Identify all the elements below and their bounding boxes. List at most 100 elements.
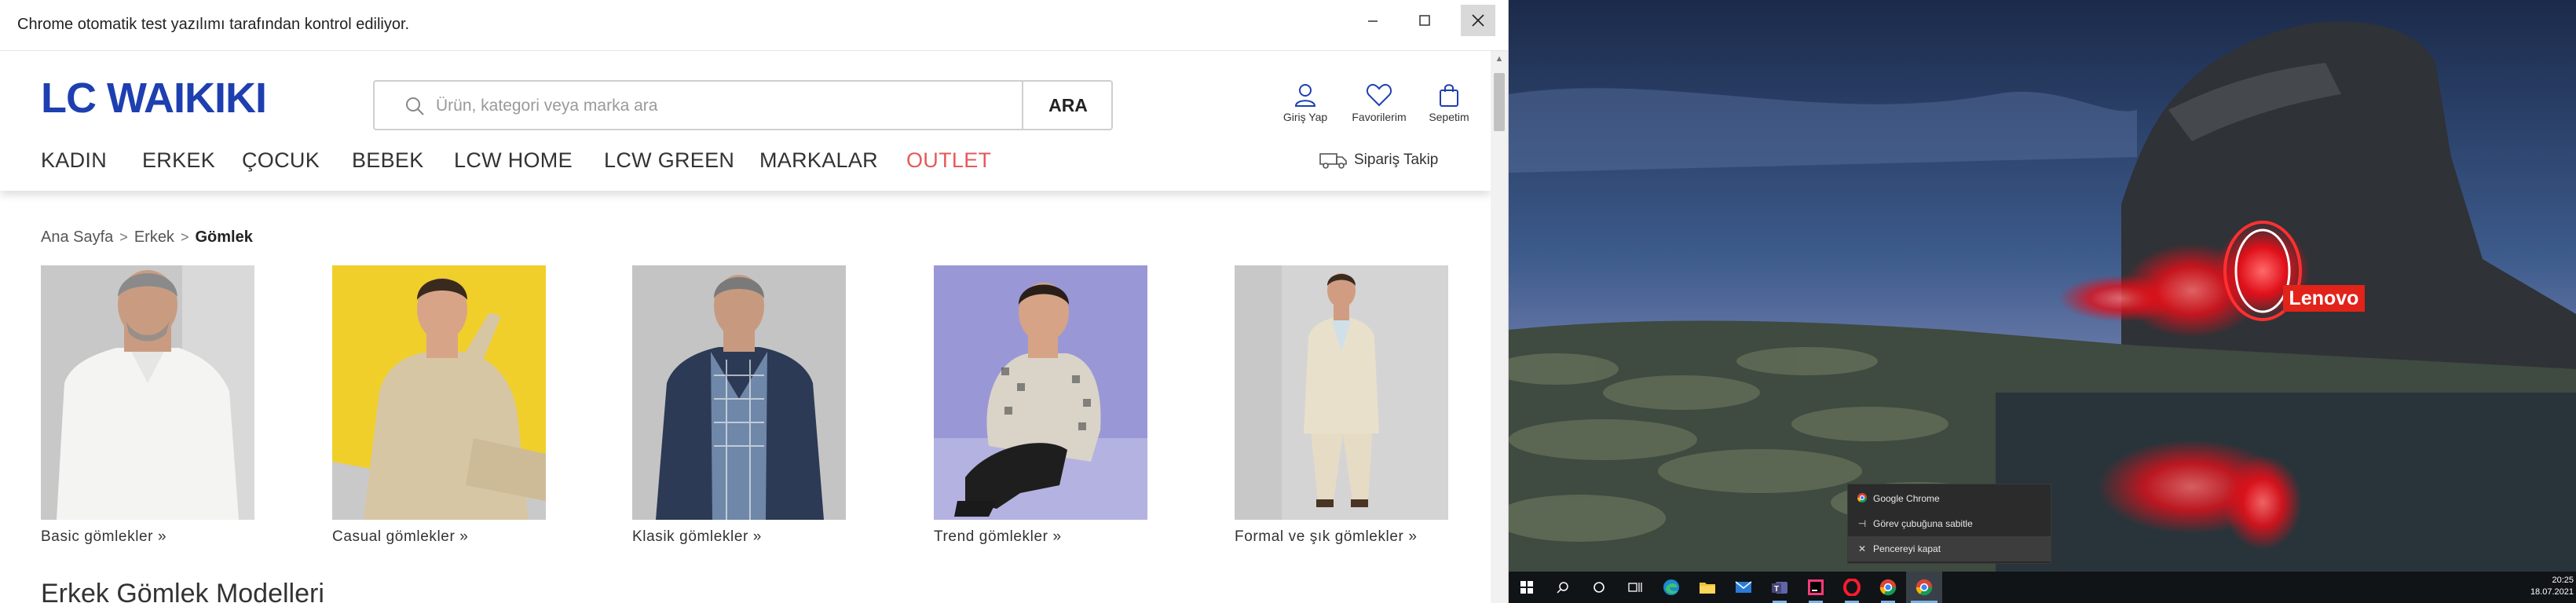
- logo-text: LC WAIKIKI: [41, 75, 266, 122]
- file-explorer-button[interactable]: [1689, 572, 1725, 603]
- teams-icon: T: [1772, 582, 1787, 594]
- jump-list-close-window[interactable]: ✕ Pencereyi kapat: [1848, 536, 2051, 561]
- chrome-icon: [1916, 579, 1933, 596]
- vertical-scrollbar[interactable]: ▲: [1491, 51, 1508, 603]
- category-card-casual[interactable]: Casual gömlekler »: [332, 265, 546, 546]
- task-view-icon: [1628, 583, 1642, 592]
- svg-text:T: T: [1774, 585, 1779, 594]
- scroll-up-icon[interactable]: ▲: [1491, 51, 1508, 67]
- site-header: LC WAIKIKI ARA Giriş Yap: [0, 51, 1491, 191]
- category-card-trend[interactable]: Trend gömlekler »: [934, 265, 1147, 546]
- start-button[interactable]: [1509, 572, 1545, 603]
- maximize-button[interactable]: [1407, 5, 1442, 36]
- nav-lcw-home[interactable]: LCW HOME: [454, 148, 573, 173]
- search-button[interactable]: ARA: [1022, 82, 1113, 129]
- jump-list-pin-taskbar[interactable]: ⊣ Görev çubuğuna sabitle: [1848, 511, 2051, 536]
- category-card-klasik[interactable]: Klasik gömlekler »: [632, 265, 846, 546]
- taskbar-search-button[interactable]: [1545, 572, 1581, 603]
- chrome-taskbar-button[interactable]: [1870, 572, 1906, 603]
- bag-icon: [1440, 84, 1458, 107]
- taskbar-jump-list: Google Chrome ⊣ Görev çubuğuna sabitle ✕…: [1847, 484, 2051, 564]
- favorites-label: Favorilerim: [1352, 111, 1407, 123]
- intellij-icon: [1808, 579, 1824, 595]
- jump-list-google-chrome[interactable]: Google Chrome: [1848, 486, 2051, 511]
- page-viewport: LC WAIKIKI ARA Giriş Yap: [0, 51, 1491, 603]
- category-caption[interactable]: Basic gömlekler »: [41, 528, 254, 546]
- truck-icon: [1319, 153, 1347, 169]
- opera-button[interactable]: [1834, 572, 1870, 603]
- category-caption[interactable]: Klasik gömlekler »: [632, 528, 846, 546]
- jump-list-label: Google Chrome: [1873, 493, 1940, 504]
- mail-button[interactable]: [1725, 572, 1762, 603]
- cart-link[interactable]: Sepetim: [1414, 82, 1484, 137]
- order-tracking-label: Sipariş Takip: [1354, 152, 1439, 168]
- title-bar: Chrome otomatik test yazılımı tarafından…: [0, 0, 1508, 51]
- order-tracking-link[interactable]: Sipariş Takip: [1319, 152, 1438, 169]
- intellij-button[interactable]: [1798, 572, 1834, 603]
- breadcrumb: Ana Sayfa > Erkek > Gömlek: [41, 228, 253, 247]
- casual-shirt-photo: [332, 265, 546, 520]
- lc-waikiki-logo[interactable]: LC WAIKIKI: [39, 75, 298, 122]
- lenovo-logo: Lenovo: [2283, 285, 2365, 312]
- category-card-formal[interactable]: Formal ve şık gömlekler »: [1235, 265, 1448, 546]
- heart-icon: [1366, 83, 1392, 107]
- category-caption[interactable]: Formal ve şık gömlekler »: [1235, 528, 1448, 546]
- maximize-icon: [1419, 15, 1430, 26]
- teams-button[interactable]: T: [1762, 572, 1798, 603]
- close-icon: [1472, 14, 1484, 27]
- cortana-icon: [1594, 582, 1605, 593]
- trend-shirt-photo: [934, 265, 1147, 520]
- chrome-window: Chrome otomatik test yazılımı tarafından…: [0, 0, 1509, 603]
- login-label: Giriş Yap: [1283, 111, 1328, 123]
- login-link[interactable]: Giriş Yap: [1270, 82, 1341, 137]
- nav-kadin[interactable]: KADIN: [41, 148, 107, 173]
- nav-markalar[interactable]: MARKALAR: [759, 148, 878, 173]
- search-box: ARA: [373, 80, 1113, 130]
- category-caption[interactable]: Trend gömlekler »: [934, 528, 1147, 546]
- search-icon: [406, 97, 424, 115]
- edge-button[interactable]: [1653, 572, 1689, 603]
- chrome-icon: [1879, 579, 1897, 596]
- section-title: Erkek Gömlek Modelleri: [41, 579, 324, 603]
- cart-label: Sepetim: [1429, 111, 1469, 123]
- main-nav: KADIN ERKEK ÇOCUK BEBEK LCW HOME LCW GRE…: [0, 148, 1491, 180]
- nav-outlet[interactable]: OUTLET: [906, 148, 991, 173]
- nav-lcw-green[interactable]: LCW GREEN: [604, 148, 734, 173]
- breadcrumb-current: Gömlek: [195, 228, 253, 246]
- breadcrumb-separator: >: [119, 229, 128, 245]
- search-icon: [1557, 582, 1568, 594]
- user-icon: [1294, 84, 1316, 107]
- nav-bebek[interactable]: BEBEK: [352, 148, 424, 173]
- minimize-icon: [1368, 20, 1378, 22]
- file-explorer-icon: [1700, 583, 1715, 594]
- jump-list-label: Pencereyi kapat: [1873, 543, 1941, 554]
- breadcrumb-erkek[interactable]: Erkek: [134, 228, 174, 246]
- windows-taskbar: T 20:25 18.07.2021: [1509, 572, 2576, 603]
- jump-list-label: Görev çubuğuna sabitle: [1873, 518, 1973, 529]
- category-caption[interactable]: Casual gömlekler »: [332, 528, 546, 546]
- search-input[interactable]: [434, 90, 846, 122]
- task-view-button[interactable]: [1617, 572, 1653, 603]
- nav-cocuk[interactable]: ÇOCUK: [242, 148, 320, 173]
- chrome-icon: [1851, 492, 1873, 506]
- nav-erkek[interactable]: ERKEK: [142, 148, 215, 173]
- category-card-basic[interactable]: Basic gömlekler »: [41, 265, 254, 546]
- clock-date: 18.07.2021: [2530, 587, 2574, 597]
- cortana-button[interactable]: [1581, 572, 1617, 603]
- classic-shirt-photo: [632, 265, 846, 520]
- mail-icon: [1735, 581, 1752, 593]
- pin-icon: ⊣: [1857, 518, 1867, 529]
- opera-icon: [1843, 579, 1861, 596]
- start-icon: [1520, 581, 1533, 594]
- chrome-automation-taskbar-button[interactable]: [1906, 572, 1942, 603]
- breadcrumb-separator: >: [180, 229, 189, 245]
- clock-time: 20:25: [2552, 576, 2574, 585]
- breadcrumb-home[interactable]: Ana Sayfa: [41, 228, 113, 246]
- basic-shirt-photo: [41, 265, 254, 520]
- minimize-button[interactable]: [1356, 5, 1390, 36]
- formal-shirt-photo: [1235, 265, 1448, 520]
- close-button[interactable]: [1461, 5, 1495, 36]
- system-clock[interactable]: 20:25 18.07.2021: [2522, 575, 2574, 598]
- favorites-link[interactable]: Favorilerim: [1344, 82, 1414, 137]
- scrollbar-thumb[interactable]: [1494, 73, 1505, 131]
